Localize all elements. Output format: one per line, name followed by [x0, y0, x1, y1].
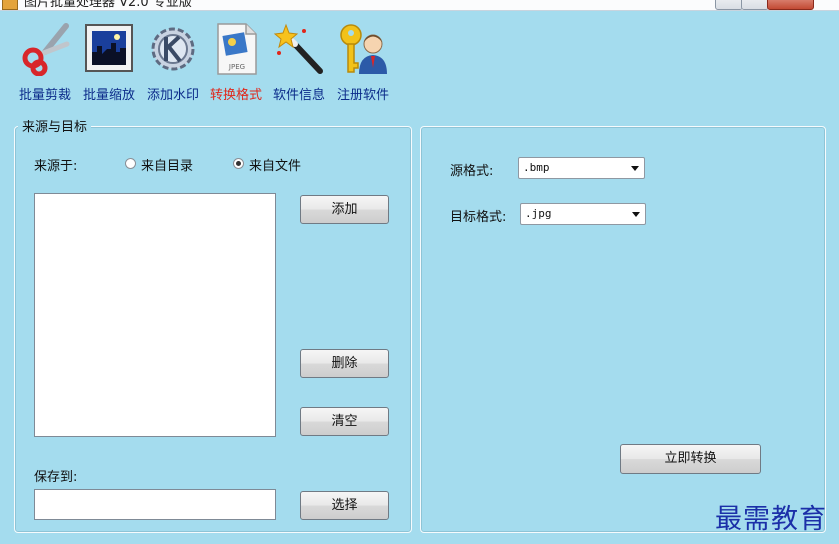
toolbar-info-button[interactable]: 软件信息 [268, 22, 330, 106]
toolbar-info-label: 软件信息 [272, 88, 325, 103]
close-button[interactable] [767, 0, 814, 10]
radio-from-file-label[interactable]: 来自文件 [249, 155, 301, 174]
save-path-input[interactable] [34, 489, 276, 520]
jpeg-file-icon: JPEG [217, 23, 257, 75]
target-format-label: 目标格式: [450, 210, 507, 225]
target-format-value: .jpg [525, 207, 552, 220]
toolbar-resize-button[interactable]: 批量缩放 [78, 22, 140, 106]
title-bar: 图片批量处理器 V2.0 专业版 [0, 0, 839, 11]
chevron-down-icon [632, 212, 640, 217]
source-label: 来源于: [34, 159, 78, 174]
toolbar-resize-label: 批量缩放 [82, 88, 135, 103]
clear-button[interactable]: 清空 [300, 407, 389, 436]
app-icon [2, 0, 18, 10]
source-format-select[interactable]: .bmp [518, 157, 645, 179]
toolbar-register-label: 注册软件 [336, 88, 389, 103]
source-format-label: 源格式: [450, 164, 494, 179]
gear-k-icon [151, 27, 195, 71]
delete-button[interactable]: 删除 [300, 349, 389, 378]
chevron-down-icon [631, 166, 639, 171]
toolbar-convert-label: 转换格式 [209, 88, 262, 103]
toolbar-watermark-label: 添加水印 [146, 88, 199, 103]
watermark-text: 最需教育 [715, 504, 827, 535]
radio-from-file[interactable] [233, 158, 244, 169]
minimize-button[interactable] [715, 0, 743, 10]
file-list[interactable] [34, 193, 276, 437]
window-title: 图片批量处理器 V2.0 专业版 [24, 0, 192, 10]
convert-now-button[interactable]: 立即转换 [620, 444, 761, 474]
add-button[interactable]: 添加 [300, 195, 389, 224]
source-format-value: .bmp [523, 161, 550, 174]
toolbar-convert-button[interactable]: JPEG 转换格式 [205, 22, 267, 106]
choose-button[interactable]: 选择 [300, 491, 389, 520]
svg-text:JPEG: JPEG [228, 63, 245, 71]
scissors-icon [22, 23, 70, 76]
target-format-select[interactable]: .jpg [520, 203, 646, 225]
source-target-legend: 来源与目标 [18, 116, 92, 135]
maximize-button[interactable] [741, 0, 769, 10]
toolbar-crop-button[interactable]: 批量剪裁 [14, 22, 76, 106]
picture-frame-icon [85, 24, 133, 72]
magic-wand-icon [273, 23, 323, 74]
radio-from-directory-label[interactable]: 来自目录 [141, 155, 193, 174]
key-user-icon [340, 24, 387, 74]
radio-from-directory[interactable] [125, 158, 136, 169]
toolbar-crop-label: 批量剪裁 [18, 88, 71, 103]
toolbar-register-button[interactable]: 注册软件 [332, 22, 394, 106]
save-to-label: 保存到: [34, 470, 78, 485]
toolbar-watermark-button[interactable]: 添加水印 [142, 22, 204, 106]
